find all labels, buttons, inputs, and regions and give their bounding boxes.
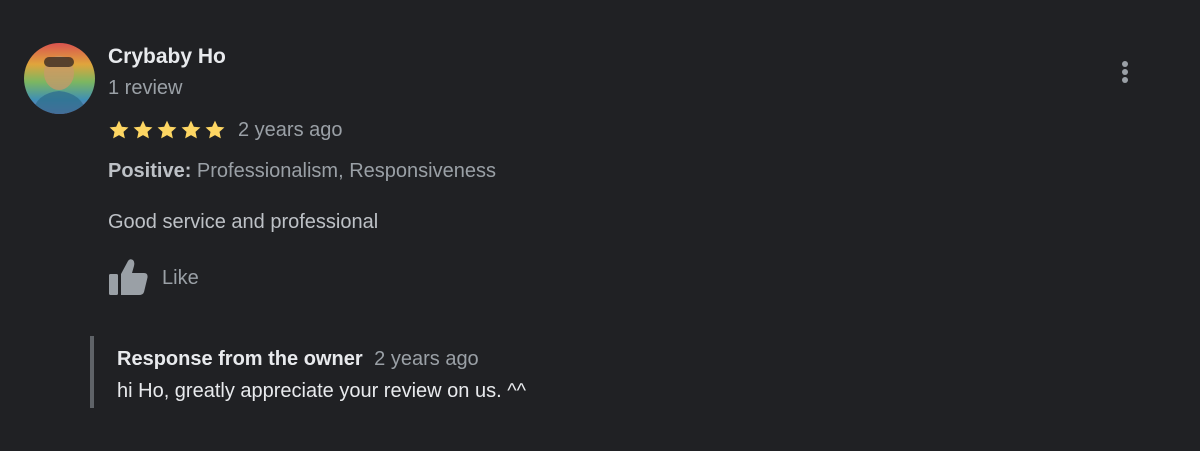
attributes-value: Professionalism, Responsiveness	[196, 160, 496, 182]
thumb-up-icon	[106, 258, 150, 298]
star-icon	[133, 120, 153, 139]
owner-response-time: 2 years ago	[374, 348, 479, 370]
star-icon	[205, 120, 225, 139]
review-text: Good service and professional	[108, 211, 379, 233]
reviewer-avatar[interactable]	[24, 43, 95, 114]
like-label: Like	[162, 266, 199, 289]
more-options-button[interactable]	[1110, 56, 1140, 90]
star-icon	[109, 120, 129, 139]
avatar-photo-image	[24, 43, 95, 114]
owner-response-text: hi Ho, greatly appreciate your review on…	[117, 380, 526, 402]
more-vert-icon	[1122, 61, 1128, 83]
owner-response-title: Response from the owner	[117, 348, 363, 370]
attributes-label: Positive:	[108, 160, 192, 182]
review-attributes: Positive: Professionalism, Responsivenes…	[108, 160, 496, 183]
star-icon	[157, 120, 177, 139]
star-rating	[108, 119, 228, 141]
star-icon	[181, 120, 201, 139]
owner-response-heading: Response from the owner 2 years ago	[117, 348, 479, 371]
review-card: Crybaby Ho 1 review 2 years ago Positive…	[0, 0, 1200, 451]
rating-row: 2 years ago	[108, 116, 343, 144]
like-button[interactable]: Like	[106, 258, 199, 298]
owner-response: Response from the owner 2 years ago hi H…	[90, 336, 794, 408]
reviewer-review-count[interactable]: 1 review	[108, 77, 182, 100]
reviewer-name[interactable]: Crybaby Ho	[108, 45, 226, 69]
review-time: 2 years ago	[238, 118, 343, 141]
